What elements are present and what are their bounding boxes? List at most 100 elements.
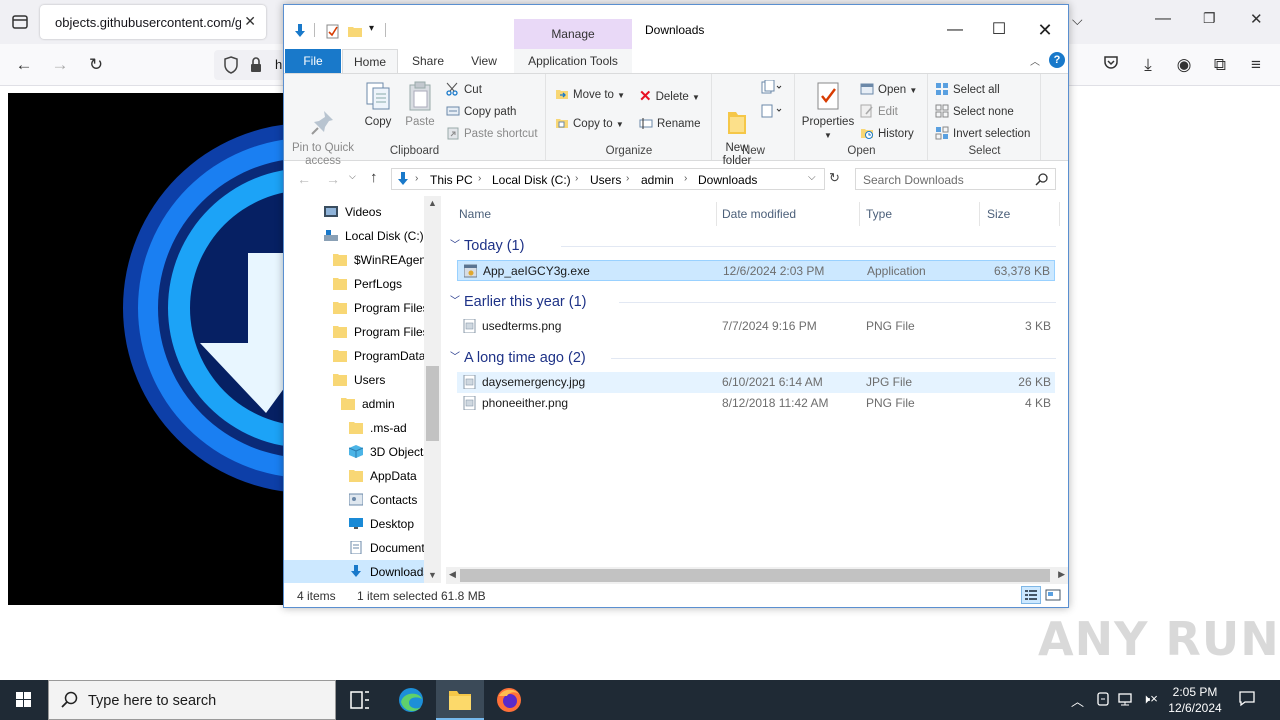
forward-icon[interactable]: → xyxy=(48,54,72,76)
start-button[interactable] xyxy=(0,680,48,720)
tab-manage[interactable]: Manage xyxy=(514,19,632,49)
horizontal-scroll-thumb[interactable] xyxy=(460,569,1050,582)
easy-access-icon[interactable] xyxy=(761,103,783,122)
downloads-icon[interactable]: ⤓ xyxy=(1136,54,1160,76)
nav-scroll-thumb[interactable] xyxy=(426,366,439,441)
file-row[interactable]: daysemergency.jpg 6/10/2021 6:14 AM JPG Fi… xyxy=(457,372,1055,393)
chevron-down-icon[interactable]: ﹀ xyxy=(450,236,460,251)
tab-application-tools[interactable]: Application Tools xyxy=(514,49,632,73)
recent-locations-icon[interactable]: ⌵ xyxy=(349,171,356,182)
breadcrumb-local-disk[interactable]: Local Disk (C:) xyxy=(492,173,571,187)
edge-taskbar-button[interactable] xyxy=(387,680,435,720)
nav-item-desktop[interactable]: Desktop xyxy=(284,512,424,536)
breadcrumb-admin[interactable]: admin xyxy=(641,173,674,187)
menu-icon[interactable]: ≡ xyxy=(1244,54,1268,76)
copy-button[interactable]: Copy xyxy=(360,80,396,129)
close-icon[interactable]: ✕ xyxy=(244,13,256,30)
breadcrumb-downloads[interactable]: Downloads xyxy=(698,173,757,187)
group-header[interactable]: ﹀ Earlier this year (1) xyxy=(450,292,586,312)
minimize-icon[interactable]: — xyxy=(1155,10,1171,28)
tab-share[interactable]: Share xyxy=(402,49,454,73)
open-button[interactable]: Open ▼ xyxy=(860,82,917,100)
notifications-icon[interactable] xyxy=(1238,689,1256,710)
new-item-icon[interactable] xyxy=(761,79,783,99)
copy-to-button[interactable]: Copy to ▼ xyxy=(555,116,624,134)
new-folder-qa-icon[interactable] xyxy=(347,23,363,39)
up-arrow-icon[interactable]: ↑ xyxy=(370,169,378,186)
group-header[interactable]: ﹀ A long time ago (2) xyxy=(450,348,586,368)
scroll-left-icon[interactable]: ◀ xyxy=(449,569,456,580)
device-icon[interactable] xyxy=(1096,691,1110,710)
horizontal-scrollbar[interactable]: ◀ ▶ xyxy=(446,567,1068,584)
address-dropdown-icon[interactable]: ⌵ xyxy=(808,172,816,183)
firefox-taskbar-button[interactable] xyxy=(485,680,533,720)
close-button[interactable]: ✕ xyxy=(1022,17,1068,43)
back-arrow-icon[interactable]: ← xyxy=(297,171,311,187)
invert-selection-button[interactable]: Invert selection xyxy=(935,126,1030,144)
rename-button[interactable]: Rename xyxy=(639,116,700,134)
downloads-arrow-icon[interactable] xyxy=(292,23,308,39)
account-icon[interactable]: ◉ xyxy=(1172,54,1196,76)
tab-view[interactable]: View xyxy=(458,49,510,73)
close-window-icon[interactable]: ✕ xyxy=(1250,10,1263,28)
edit-button[interactable]: Edit xyxy=(860,104,898,122)
move-to-button[interactable]: Move to ▼ xyxy=(555,87,625,105)
nav-item-program-files[interactable]: Program Files xyxy=(284,320,424,344)
nav-item-appdata[interactable]: AppData xyxy=(284,464,424,488)
properties-button[interactable]: Properties ▼ xyxy=(800,80,856,142)
scroll-up-icon[interactable]: ▲ xyxy=(428,198,437,208)
address-bar[interactable]: › This PC › Local Disk (C:) › Users › ad… xyxy=(391,168,825,190)
properties-qa-icon[interactable] xyxy=(325,23,341,39)
history-button[interactable]: History xyxy=(860,126,914,144)
lock-icon[interactable] xyxy=(249,56,263,77)
task-view-button[interactable] xyxy=(336,680,384,720)
show-hidden-icons-icon[interactable]: ︿ xyxy=(1071,691,1084,710)
nav-item-downloads[interactable]: Downloads xyxy=(284,560,424,583)
restore-icon[interactable]: ❐ xyxy=(1203,10,1216,27)
column-header-type[interactable]: Type xyxy=(860,202,980,226)
file-explorer-taskbar-button[interactable] xyxy=(436,680,484,720)
chevron-down-icon[interactable]: ﹀ xyxy=(450,348,460,363)
taskbar-search-box[interactable]: Type here to search xyxy=(48,680,336,720)
nav-item-program-files[interactable]: Program Files xyxy=(284,296,424,320)
nav-item-admin[interactable]: admin xyxy=(284,392,424,416)
nav-item-perflogs[interactable]: PerfLogs xyxy=(284,272,424,296)
nav-scrollbar[interactable]: ▲ ▼ xyxy=(424,196,441,583)
paste-button[interactable]: Paste xyxy=(400,80,440,129)
chevron-down-icon[interactable]: ⌵ xyxy=(1072,12,1083,29)
select-all-button[interactable]: Select all xyxy=(935,82,1000,100)
large-icons-view-button[interactable] xyxy=(1043,586,1063,604)
shield-icon[interactable] xyxy=(223,56,239,77)
nav-item-programdata[interactable]: ProgramData xyxy=(284,344,424,368)
cut-button[interactable]: Cut xyxy=(446,82,482,100)
delete-button[interactable]: ✕ Delete ▼ xyxy=(639,87,700,105)
nav-item-contacts[interactable]: Contacts xyxy=(284,488,424,512)
search-icon[interactable] xyxy=(1035,172,1049,189)
chevron-down-icon[interactable]: ﹀ xyxy=(450,292,460,307)
file-row[interactable]: App_aeIGCY3g.exe 12/6/2024 2:03 PM Applica… xyxy=(457,260,1055,281)
column-header-date-modified[interactable]: Date modified xyxy=(717,202,860,226)
minimize-button[interactable]: — xyxy=(932,17,978,43)
nav-item-users[interactable]: Users xyxy=(284,368,424,392)
file-row[interactable]: phoneeither.png 8/12/2018 11:42 AM PNG Fil… xyxy=(457,393,1055,414)
paste-shortcut-button[interactable]: Paste shortcut xyxy=(446,126,538,144)
tab-home[interactable]: Home xyxy=(342,49,398,74)
nav-item-local-disk-c[interactable]: Local Disk (C:) xyxy=(284,224,424,248)
scroll-right-icon[interactable]: ▶ xyxy=(1058,569,1065,580)
column-header-size[interactable]: Size xyxy=(980,202,1060,226)
forward-arrow-icon[interactable]: → xyxy=(326,171,340,187)
help-icon[interactable]: ? xyxy=(1049,52,1065,68)
column-header-name[interactable]: Name xyxy=(455,202,717,226)
taskbar-clock[interactable]: 2:05 PM 12/6/2024 xyxy=(1163,684,1227,716)
select-none-button[interactable]: Select none xyxy=(935,104,1014,122)
tab-list-icon[interactable] xyxy=(10,12,30,32)
tab-file[interactable]: File xyxy=(285,49,341,73)
file-row[interactable]: usedterms.png 7/7/2024 9:16 PM PNG File 3 K… xyxy=(457,316,1055,337)
nav-item-documents[interactable]: Documents xyxy=(284,536,424,560)
nav-item-videos[interactable]: Videos xyxy=(284,200,424,224)
volume-muted-icon[interactable]: 🕨× xyxy=(1142,691,1158,707)
nav-item-winreagent[interactable]: $WinREAgent xyxy=(284,248,424,272)
scroll-down-icon[interactable]: ▼ xyxy=(428,570,437,580)
details-view-button[interactable] xyxy=(1021,586,1041,604)
refresh-icon[interactable]: ↻ xyxy=(829,170,840,186)
